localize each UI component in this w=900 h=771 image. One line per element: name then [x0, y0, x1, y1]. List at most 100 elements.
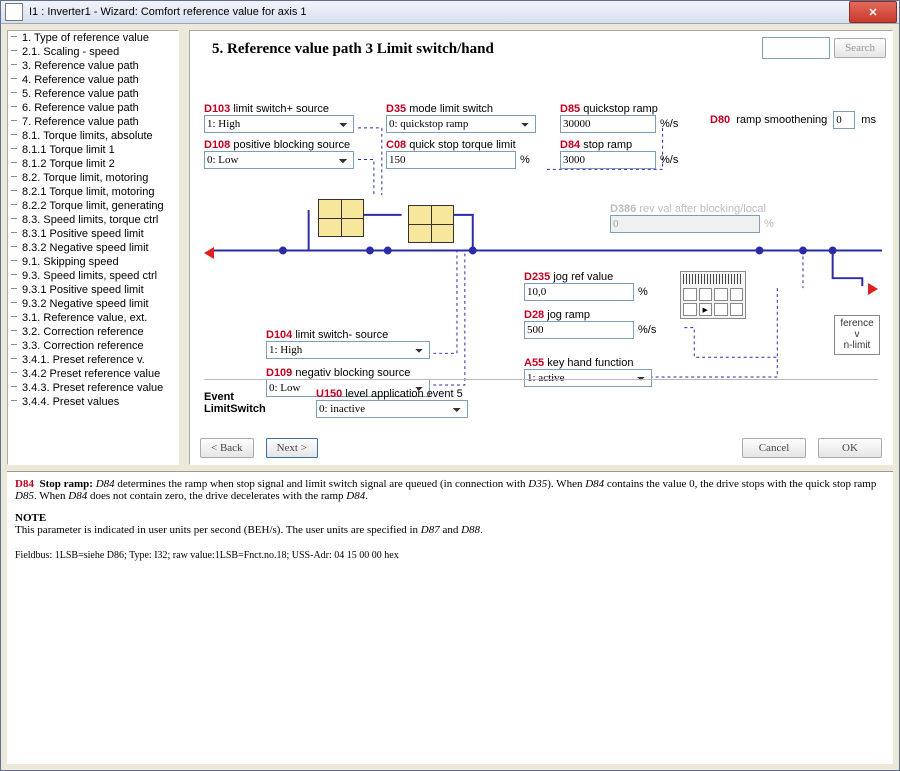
- refbox-line1: ference v: [837, 318, 877, 340]
- code-D109: D109: [266, 367, 292, 379]
- desc-b1g: D85: [15, 490, 34, 502]
- tree-item[interactable]: 3.2. Correction reference: [8, 325, 178, 339]
- input-D235[interactable]: [524, 283, 634, 301]
- input-D85[interactable]: [560, 115, 656, 133]
- label-D84: stop ramp: [583, 139, 632, 151]
- refbox-line2: n-limit: [837, 340, 877, 351]
- desc-head-name: Stop ramp:: [39, 478, 92, 490]
- input-D80[interactable]: [833, 111, 855, 129]
- desc-b1e: D84: [585, 478, 604, 490]
- window-close-button[interactable]: ✕: [849, 1, 897, 23]
- code-D35: D35: [386, 103, 406, 115]
- tree-item[interactable]: 8.1.1 Torque limit 1: [8, 143, 178, 157]
- desc-nba: This parameter is indicated in user unit…: [15, 524, 421, 536]
- code-D103: D103: [204, 103, 230, 115]
- tree-item[interactable]: 8.2.2 Torque limit, generating: [8, 199, 178, 213]
- event-row: Event LimitSwitch U150 level application…: [204, 379, 878, 420]
- event-label-1: Event: [204, 391, 234, 403]
- cancel-button[interactable]: Cancel: [742, 438, 806, 458]
- label-D28: jog ramp: [547, 309, 590, 321]
- desc-b1i: D84: [68, 490, 87, 502]
- code-A55: A55: [524, 357, 544, 369]
- unit-D80: ms: [861, 114, 876, 126]
- desc-nbd: D88: [461, 524, 480, 536]
- tree-item[interactable]: 3.1. Reference value, ext.: [8, 311, 178, 325]
- label-D235: jog ref value: [553, 271, 613, 283]
- tree-item[interactable]: 9.3.1 Positive speed limit: [8, 283, 178, 297]
- window-title: I1 : Inverter1 - Wizard: Comfort referen…: [27, 6, 847, 18]
- desc-b1a: D84: [96, 478, 115, 490]
- tree-item[interactable]: 2.1. Scaling - speed: [8, 45, 178, 59]
- arrow-right-icon: [868, 283, 878, 295]
- keypad-icon: ▶: [680, 271, 746, 319]
- tree-item[interactable]: 8.1. Torque limits, absolute: [8, 129, 178, 143]
- unit-C08: %: [520, 154, 530, 166]
- input-D28[interactable]: [524, 321, 634, 339]
- tree-item[interactable]: 8.3.1 Positive speed limit: [8, 227, 178, 241]
- code-D80: D80: [710, 114, 730, 126]
- label-C08: quick stop torque limit: [409, 139, 515, 151]
- desc-b1d: ). When: [547, 478, 585, 490]
- tree-item[interactable]: 3.4.2 Preset reference value: [8, 367, 178, 381]
- tree-item[interactable]: 3.4.4. Preset values: [8, 395, 178, 409]
- label-D109: negativ blocking source: [295, 367, 410, 379]
- label-D85: quickstop ramp: [583, 103, 658, 115]
- tree-item[interactable]: 1. Type of reference value: [8, 31, 178, 45]
- tree-item[interactable]: 3.4.1. Preset reference v.: [8, 353, 178, 367]
- tree-item[interactable]: 8.1.2 Torque limit 2: [8, 157, 178, 171]
- desc-nbe: .: [480, 524, 483, 536]
- back-button[interactable]: < Back: [200, 438, 254, 458]
- label-D103: limit switch+ source: [233, 103, 329, 115]
- arrow-left-icon: [204, 247, 214, 259]
- tree-item[interactable]: 7. Reference value path: [8, 115, 178, 129]
- tree-item[interactable]: 3.3. Correction reference: [8, 339, 178, 353]
- titlebar: I1 : Inverter1 - Wizard: Comfort referen…: [1, 1, 899, 24]
- code-D235: D235: [524, 271, 550, 283]
- combo-U150[interactable]: 0: inactive: [316, 400, 468, 418]
- tree-item[interactable]: 9.3.2 Negative speed limit: [8, 297, 178, 311]
- tree-item[interactable]: 3.4.3. Preset reference value: [8, 381, 178, 395]
- block-2-icon: [408, 205, 454, 243]
- label-D35: mode limit switch: [409, 103, 493, 115]
- main-area: Search 5. Reference value path 3 Limit s…: [185, 24, 899, 465]
- nav-tree[interactable]: 1. Type of reference value2.1. Scaling -…: [7, 30, 179, 465]
- content-panel: Search 5. Reference value path 3 Limit s…: [189, 30, 893, 465]
- combo-D104[interactable]: 1: High: [266, 341, 430, 359]
- label-A55: key hand function: [547, 357, 633, 369]
- tree-item[interactable]: 5. Reference value path: [8, 87, 178, 101]
- desc-nbb: D87: [421, 524, 440, 536]
- search-input[interactable]: [762, 37, 830, 59]
- label-D386: rev val after blocking/local: [639, 203, 766, 215]
- input-D84[interactable]: [560, 151, 656, 169]
- tree-item[interactable]: 8.2.1 Torque limit, motoring: [8, 185, 178, 199]
- desc-b1f: contains the value 0, the drive stops wi…: [604, 478, 876, 490]
- tree-item[interactable]: 8.3. Speed limits, torque ctrl: [8, 213, 178, 227]
- tree-item[interactable]: 4. Reference value path: [8, 73, 178, 87]
- tree-item[interactable]: 8.2. Torque limit, motoring: [8, 171, 178, 185]
- tree-item[interactable]: 9.1. Skipping speed: [8, 255, 178, 269]
- event-label-2: LimitSwitch: [204, 403, 266, 415]
- tree-item[interactable]: 8.3.2 Negative speed limit: [8, 241, 178, 255]
- code-D85: D85: [560, 103, 580, 115]
- search-button[interactable]: Search: [834, 38, 886, 58]
- label-U150: level application event 5: [345, 388, 462, 400]
- unit-D28: %/s: [638, 324, 656, 336]
- reference-limit-box: ference v n-limit: [834, 315, 880, 355]
- tree-item[interactable]: 3. Reference value path: [8, 59, 178, 73]
- desc-b1j: does not contain zero, the drive deceler…: [87, 490, 346, 502]
- tree-item[interactable]: 9.3. Speed limits, speed ctrl: [8, 269, 178, 283]
- input-C08[interactable]: [386, 151, 516, 169]
- tree-item[interactable]: 6. Reference value path: [8, 101, 178, 115]
- combo-D108[interactable]: 0: Low: [204, 151, 354, 169]
- code-C08: C08: [386, 139, 406, 151]
- desc-fieldbus: Fieldbus: 1LSB=siehe D86; Type: I32; raw…: [15, 550, 885, 561]
- body-split: 1. Type of reference value2.1. Scaling -…: [1, 24, 899, 465]
- input-D386: [610, 215, 760, 233]
- next-button[interactable]: Next >: [266, 438, 318, 458]
- combo-D103[interactable]: 1: High: [204, 115, 354, 133]
- ok-button[interactable]: OK: [818, 438, 882, 458]
- desc-b1h: . When: [34, 490, 68, 502]
- combo-D35[interactable]: 0: quickstop ramp: [386, 115, 536, 133]
- desc-b1l: .: [365, 490, 368, 502]
- code-D108: D108: [204, 139, 230, 151]
